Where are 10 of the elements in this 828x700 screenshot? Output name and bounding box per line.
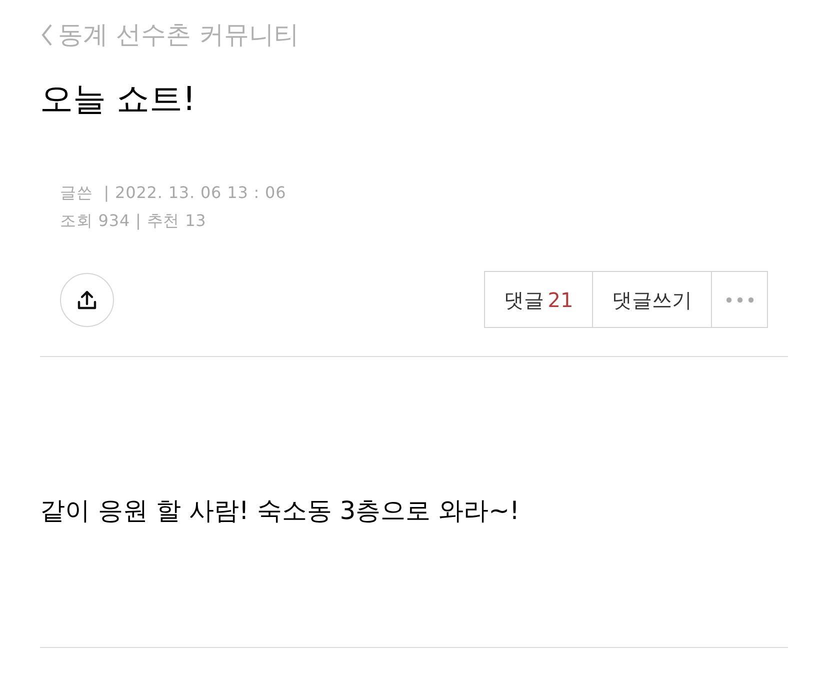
post-body: 같이 응원 할 사람! 숙소동 3층으로 와라~! — [40, 495, 521, 527]
share-icon — [76, 288, 98, 310]
more-icon — [726, 296, 754, 302]
write-comment-button[interactable]: 댓글쓰기 — [593, 272, 712, 327]
post-meta: 조회 934 | 추천 13 — [60, 210, 208, 232]
share-button[interactable] — [60, 272, 114, 326]
comments-button[interactable]: 댓글 21 — [485, 272, 593, 327]
back-icon[interactable] — [40, 22, 54, 48]
post-meta: 글쓴 | 2022. 13. 06 13 : 06 — [60, 182, 288, 204]
post-title: 오늘 쇼트! — [40, 78, 197, 120]
